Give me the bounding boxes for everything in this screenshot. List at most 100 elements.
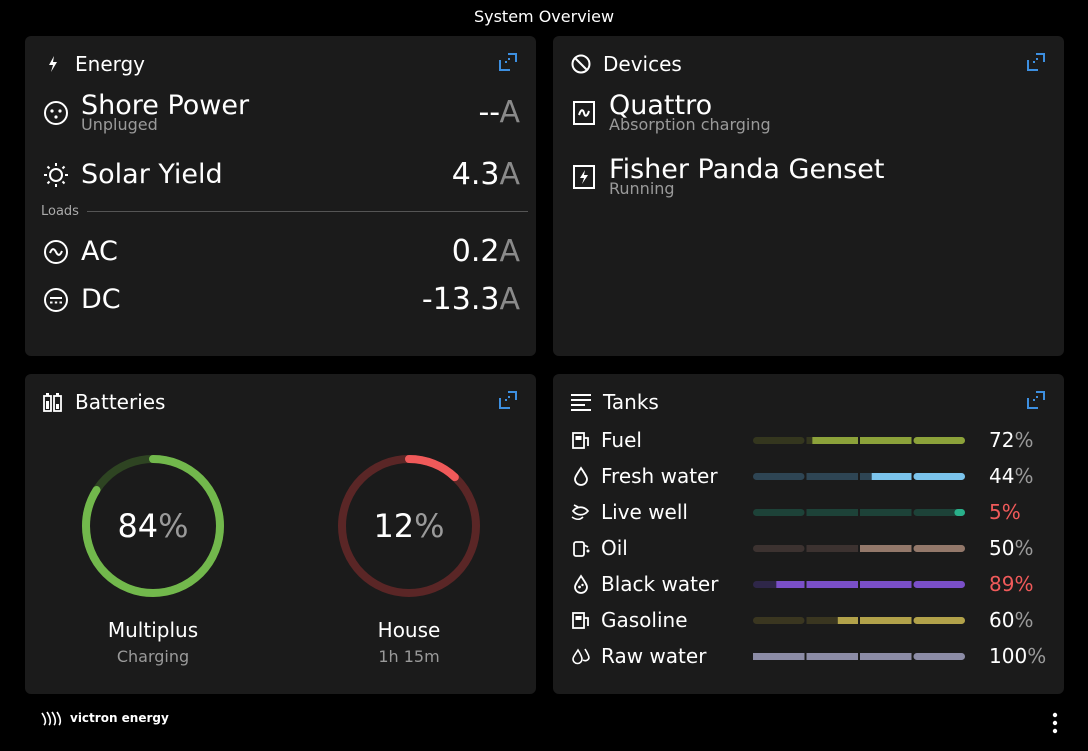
expand-icon[interactable] [498, 52, 518, 72]
tank-bar-segment [753, 472, 805, 480]
tank-bar-fill [806, 580, 858, 588]
tank-row-fuel[interactable]: Fuel 72% [571, 425, 1051, 455]
tank-bar-fill [753, 652, 805, 660]
tank-bar-fill [871, 472, 912, 480]
tank-row-gasoline[interactable]: Gasoline 60% [571, 605, 1051, 635]
device-item-genset[interactable]: Fisher Panda Genset Running [571, 156, 1048, 197]
tank-bar-segment [806, 544, 858, 552]
droplet-icon [571, 466, 591, 486]
tank-bar-segment [860, 508, 912, 516]
devices-icon [571, 54, 591, 74]
loads-divider: Loads [41, 204, 528, 219]
inverter-icon [571, 100, 597, 126]
tank-name: Raw water [601, 644, 707, 668]
tank-bar-fill [913, 436, 965, 444]
battery-percent: 84% [117, 507, 189, 545]
ac-label: AC [81, 236, 118, 267]
tank-bar-segment [753, 508, 805, 516]
device-status: Absorption charging [609, 115, 771, 134]
tank-row-raw-water[interactable]: Raw water 100% [571, 641, 1051, 671]
ac-value: 0.2A [451, 234, 520, 269]
battery-name: House [377, 618, 441, 642]
tanks-icon [571, 392, 591, 412]
sun-icon [43, 162, 69, 188]
battery-gauge-multiplus[interactable]: 84% [79, 452, 227, 600]
device-item-quattro[interactable]: Quattro Absorption charging [571, 92, 1048, 133]
gasoline-icon [571, 610, 591, 630]
victron-logo-mark [41, 711, 62, 726]
tank-bar-fill [913, 616, 965, 624]
tank-bar-fill [806, 652, 858, 660]
page-title: System Overview [473, 7, 615, 26]
tank-level-bar [753, 616, 965, 624]
tank-row-live-well[interactable]: Live well 5% [571, 497, 1051, 527]
solar-yield-value: 4.3A [451, 157, 520, 192]
tank-name: Oil [601, 536, 628, 560]
tank-bar-fill [954, 508, 965, 516]
tank-row-fresh-water[interactable]: Fresh water 44% [571, 461, 1051, 491]
tank-level-bar [753, 544, 965, 552]
solar-yield-row[interactable]: Solar Yield 4.3A [43, 157, 520, 192]
tank-bar-fill [837, 616, 858, 624]
shore-power-row[interactable]: Shore Power Unpluged --A [43, 92, 520, 133]
ac-load-row[interactable]: AC 0.2A [43, 234, 520, 269]
tank-bar-fill [860, 580, 912, 588]
battery-status: Charging [116, 647, 190, 666]
battery-status: 1h 15m [378, 647, 440, 666]
tank-bar-fill [860, 616, 912, 624]
victron-logo: victron energy [40, 709, 169, 727]
tank-bar-fill [913, 652, 965, 660]
tank-bar-segment [753, 616, 805, 624]
tank-bar-fill [913, 544, 965, 552]
expand-icon[interactable] [1026, 52, 1046, 72]
tanks-panel: Tanks Fuel 72% Fresh water 44% Live well 5% Oi… [553, 374, 1064, 694]
tank-value: 5% [989, 500, 1021, 524]
tank-name: Gasoline [601, 608, 688, 632]
tank-bar-segment [806, 508, 858, 516]
tank-row-oil[interactable]: Oil 50% [571, 533, 1051, 563]
dc-load-row[interactable]: DC -13.3A [43, 282, 520, 317]
tank-level-bar [753, 580, 965, 588]
generator-icon [571, 164, 597, 190]
tank-bar-segment [753, 436, 805, 444]
tank-level-bar [753, 508, 965, 516]
tank-bar-fill [860, 652, 912, 660]
tank-name: Fresh water [601, 464, 718, 488]
expand-icon[interactable] [498, 390, 518, 410]
battery-icon [43, 392, 63, 412]
tank-level-bar [753, 652, 965, 660]
tanks-title: Tanks [571, 390, 659, 414]
tank-bar-fill [776, 580, 805, 588]
tank-level-bar [753, 472, 965, 480]
battery-percent: 12% [373, 507, 445, 545]
tank-level-bar [753, 436, 965, 444]
batteries-title: Batteries [43, 390, 165, 414]
energy-title: Energy [43, 52, 145, 76]
tank-bar-fill [913, 472, 965, 480]
more-menu-icon[interactable] [1052, 712, 1058, 734]
tank-bar-fill [860, 544, 912, 552]
tank-value: 50% [989, 536, 1034, 560]
tank-bar-segment [806, 472, 858, 480]
tank-value: 100% [989, 644, 1047, 668]
tank-row-black-water[interactable]: Black water 89% [571, 569, 1051, 599]
tank-name: Black water [601, 572, 719, 596]
black-water-icon [571, 574, 591, 594]
energy-panel: Energy Shore Power Unpluged --A Solar Yi… [25, 36, 536, 356]
devices-title: Devices [571, 52, 682, 76]
dc-label: DC [81, 284, 121, 315]
tank-name: Fuel [601, 428, 642, 452]
tank-value: 60% [989, 608, 1034, 632]
expand-icon[interactable] [1026, 390, 1046, 410]
tank-bar-fill [812, 436, 858, 444]
fish-icon [571, 502, 591, 522]
tank-value: 89% [989, 572, 1034, 596]
oil-icon [571, 538, 591, 558]
battery-gauge-house[interactable]: 12% [335, 452, 483, 600]
tank-bar-fill [913, 580, 965, 588]
lightning-icon [43, 54, 63, 74]
dc-icon [43, 287, 69, 313]
shore-power-value: --A [478, 95, 520, 130]
raw-water-icon [571, 646, 591, 666]
battery-name: Multiplus [107, 618, 199, 642]
